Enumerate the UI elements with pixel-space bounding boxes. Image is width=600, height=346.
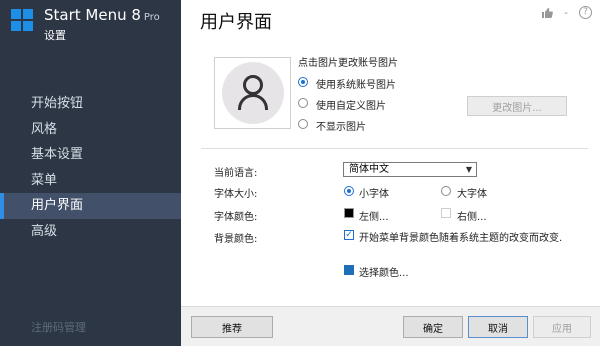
follow-theme-checkbox[interactable]: ✓	[344, 230, 354, 240]
change-picture-button[interactable]: 更改图片...	[467, 96, 567, 116]
app-title: Start Menu 8 Pro	[44, 6, 160, 24]
chevron-down-icon: ▼	[465, 165, 472, 174]
main-panel: 用户界面 - ? 点击图片更改账号图片 使用系统账号图片 使用自定义图片 不显示…	[181, 0, 600, 346]
sidebar: Start Menu 8 Pro 设置 开始按钮 风格 基本设置 菜单 用户界面 …	[0, 0, 181, 346]
divider	[201, 148, 588, 149]
account-picture[interactable]	[214, 57, 291, 129]
cancel-button[interactable]: 取消	[468, 316, 528, 338]
radio-custom-picture-label: 使用自定义图片	[316, 101, 386, 112]
choose-color-label[interactable]: 选择颜色...	[359, 264, 409, 279]
recommend-button[interactable]: 推荐	[191, 316, 273, 338]
windows-logo-icon	[11, 9, 33, 31]
minimize-icon[interactable]: -	[560, 6, 572, 19]
apply-button[interactable]: 应用	[533, 316, 591, 338]
ok-button[interactable]: 确定	[403, 316, 463, 338]
radio-no-picture-label: 不显示图片	[316, 122, 366, 133]
sidebar-item-start-button[interactable]: 开始按钮	[0, 91, 181, 117]
language-select-value: 简体中文	[349, 164, 389, 175]
right-color-label[interactable]: 右侧...	[457, 208, 487, 223]
user-avatar-icon	[221, 62, 284, 124]
footer: 推荐 确定 取消 应用	[181, 306, 600, 346]
radio-large-font-label: 大字体	[457, 189, 487, 200]
sidebar-item-menu[interactable]: 菜单	[0, 168, 181, 194]
background-color-label: 背景颜色:	[214, 234, 258, 245]
radio-large-font[interactable]	[441, 186, 451, 196]
app-subtitle: 设置	[44, 29, 66, 42]
left-color-swatch[interactable]	[344, 208, 354, 218]
page-title: 用户界面	[200, 12, 272, 33]
left-color-label[interactable]: 左侧...	[359, 208, 389, 223]
radio-system-picture[interactable]	[298, 77, 308, 87]
sidebar-item-basic-settings[interactable]: 基本设置	[0, 142, 181, 168]
help-icon[interactable]: ?	[579, 6, 592, 19]
radio-custom-picture[interactable]	[298, 98, 308, 108]
radio-small-font-label: 小字体	[359, 189, 389, 200]
app-edition: Pro	[143, 12, 160, 23]
register-key-link[interactable]: 注册码管理	[31, 319, 86, 335]
font-color-label: 字体颜色:	[214, 212, 258, 223]
radio-system-picture-label: 使用系统账号图片	[316, 80, 396, 91]
thumbs-up-icon[interactable]	[541, 7, 553, 19]
radio-small-font[interactable]	[344, 186, 354, 196]
follow-theme-label: 开始菜单背景颜色随着系统主题的改变而改变.	[359, 233, 563, 244]
language-select[interactable]: 简体中文 ▼	[343, 162, 477, 177]
language-label: 当前语言:	[214, 168, 258, 179]
right-color-swatch[interactable]	[441, 208, 451, 218]
font-size-label: 字体大小:	[214, 189, 258, 200]
account-picture-heading: 点击图片更改账号图片	[298, 58, 398, 69]
sidebar-item-style[interactable]: 风格	[0, 117, 181, 143]
sidebar-item-user-interface[interactable]: 用户界面	[0, 193, 181, 219]
sidebar-nav: 开始按钮 风格 基本设置 菜单 用户界面 高级	[0, 91, 181, 244]
title-icons: - ?	[541, 6, 592, 19]
choose-color-swatch[interactable]	[344, 265, 354, 275]
radio-no-picture[interactable]	[298, 119, 308, 129]
sidebar-item-advanced[interactable]: 高级	[0, 219, 181, 245]
